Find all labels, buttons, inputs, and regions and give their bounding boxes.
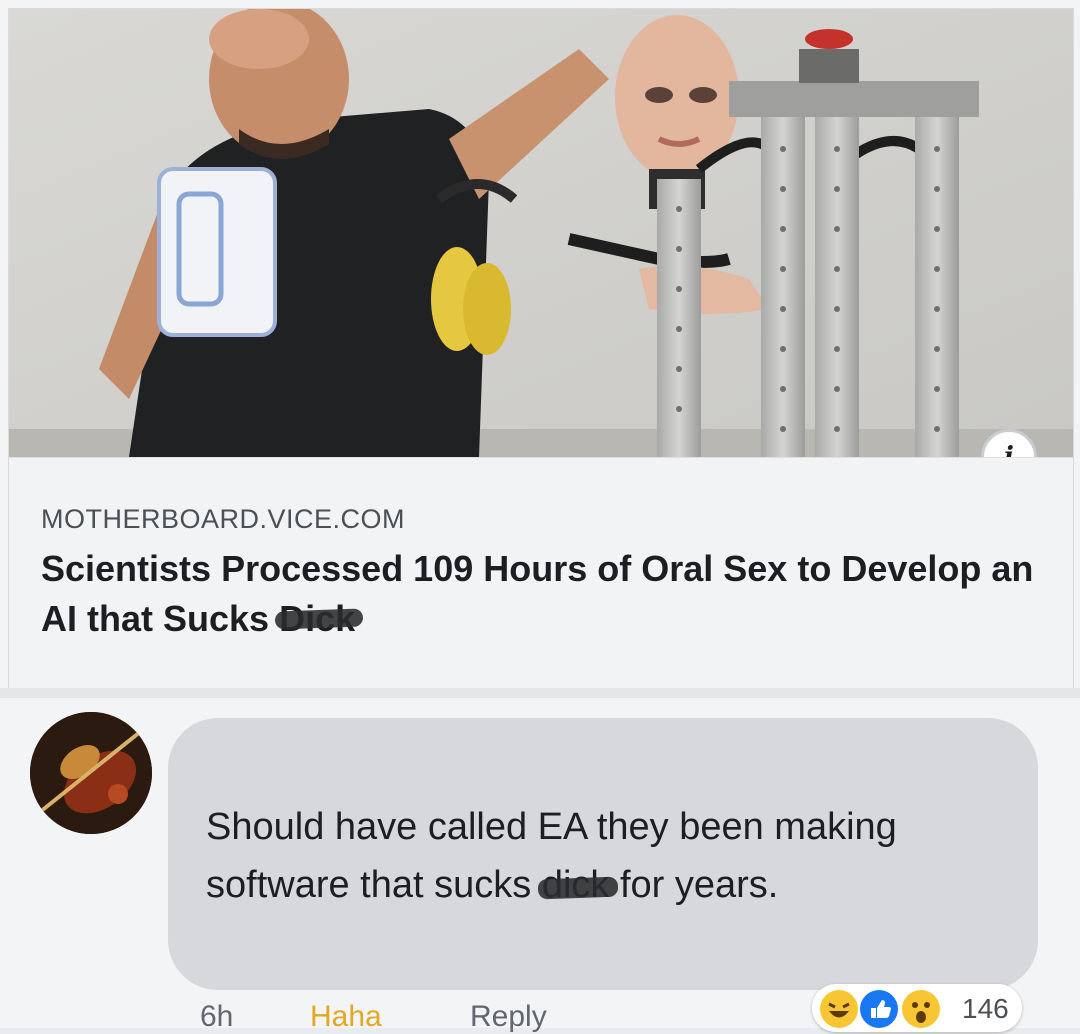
article-photo [9,9,1073,457]
haha-button[interactable]: Haha [310,1000,382,1034]
like-icon [860,990,898,1028]
article-image[interactable] [9,9,1073,457]
avatar-image [30,712,152,834]
screenshot-frame: i MOTHERBOARD.VICE.COM Scientists Proces… [0,0,1080,1033]
reaction-count: 146 [962,993,1009,1024]
link-headline: Scientists Processed 109 Hours of Oral S… [41,544,1051,644]
laugh-emoji-icon [820,990,858,1028]
censored-word: Dick [279,594,355,644]
comment-censored-word: dick [542,856,610,914]
comment-text-after: for years. [619,864,779,906]
reaction-summary[interactable]: 146 [812,984,1022,1032]
reply-button[interactable]: Reply [470,1000,547,1034]
avatar[interactable] [30,712,152,834]
comment-bubble[interactable]: Should have called EA they been making s… [168,718,1038,990]
link-domain: MOTHERBOARD.VICE.COM [41,504,406,534]
link-meta[interactable]: MOTHERBOARD.VICE.COM Scientists Processe… [9,457,1073,690]
section-divider [0,688,1080,698]
link-preview-card[interactable]: i MOTHERBOARD.VICE.COM Scientists Proces… [8,8,1074,690]
comment-text: Should have called EA they been making s… [206,798,1006,914]
wow-emoji-icon [902,990,940,1028]
comment-time: 6h [200,1000,234,1033]
headline-text: Scientists Processed 109 Hours of Oral S… [41,548,1034,639]
